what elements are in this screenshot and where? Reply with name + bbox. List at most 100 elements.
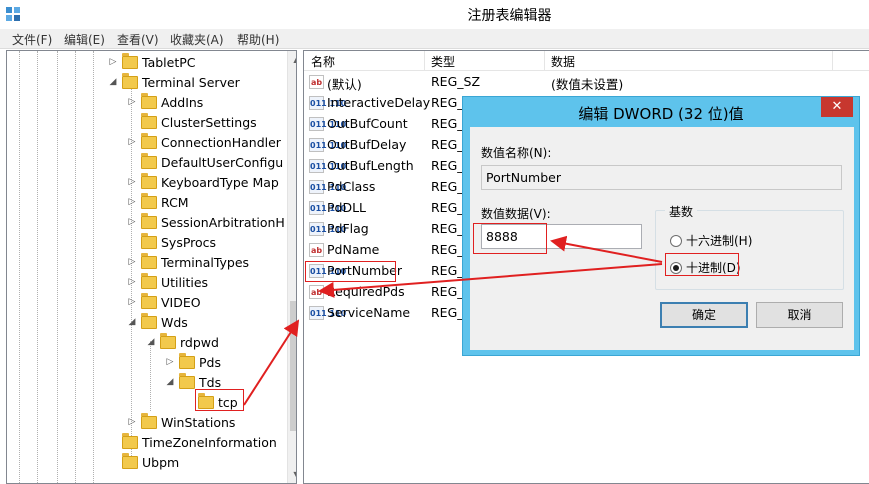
menu-edit[interactable]: 编辑(E)	[64, 31, 105, 48]
tree-item-ubpm[interactable]: Ubpm	[107, 452, 179, 472]
menu-view[interactable]: 查看(V)	[117, 31, 159, 48]
tree-item-utilities[interactable]: ▷ Utilities	[126, 272, 208, 292]
hex-radio[interactable]: 十六进制(H)	[670, 232, 752, 249]
tree-item-timezoneinformation[interactable]: TimeZoneInformation	[107, 432, 277, 452]
value-type: REG_	[431, 221, 464, 236]
tree-item-label: KeyboardType Map	[161, 174, 279, 190]
folder-icon	[141, 412, 157, 429]
tree-item-label: SysProcs	[161, 234, 217, 250]
tree-item-tds[interactable]: ◢ Tds	[164, 372, 221, 392]
list-header: 名称 类型 数据	[304, 51, 869, 71]
folder-icon	[122, 52, 138, 69]
column-header-name[interactable]: 名称	[311, 53, 335, 70]
expand-arrow-icon[interactable]: ▷	[126, 217, 138, 227]
tree-item-label: Wds	[161, 314, 188, 330]
tree-item-terminal-server[interactable]: ◢ Terminal Server	[107, 72, 240, 92]
folder-icon	[179, 352, 195, 369]
binary-value-icon: 011 110	[309, 180, 346, 194]
collapse-arrow-icon[interactable]: ◢	[145, 337, 157, 347]
expand-arrow-icon[interactable]: ▷	[126, 97, 138, 107]
collapse-arrow-icon[interactable]: ◢	[107, 77, 119, 87]
tree-item-winstations[interactable]: ▷ WinStations	[126, 412, 235, 432]
expand-arrow-icon[interactable]: ▷	[126, 417, 138, 427]
tree-item-addins[interactable]: ▷ AddIns	[126, 92, 203, 112]
value-type: REG_	[431, 179, 464, 194]
base-label: 基数	[665, 203, 698, 220]
column-header-data[interactable]: 数据	[551, 53, 575, 70]
binary-value-icon: 011 110	[309, 201, 346, 215]
column-divider[interactable]	[832, 51, 833, 71]
binary-value-icon: 011 110	[309, 117, 346, 131]
tree-item-terminaltypes[interactable]: ▷ TerminalTypes	[126, 252, 249, 272]
binary-value-icon: 011 110	[309, 222, 346, 236]
folder-icon	[141, 232, 157, 249]
folder-icon	[141, 112, 157, 129]
tree-item-defaultuserconfig[interactable]: DefaultUserConfigu	[126, 152, 283, 172]
close-icon[interactable]: ✕	[821, 97, 853, 117]
tree-item-wds[interactable]: ◢ Wds	[126, 312, 188, 332]
tree-item-clustersettings[interactable]: ClusterSettings	[126, 112, 257, 132]
tree-item-label: tcp	[218, 394, 238, 410]
value-type: REG_	[431, 284, 464, 299]
value-type: REG_	[431, 137, 464, 152]
value-name: InteractiveDelay	[327, 95, 431, 110]
value-data: (数值未设置)	[551, 77, 624, 92]
binary-value-icon: 011 110	[309, 264, 346, 278]
list-row-default[interactable]: ab (默认) REG_SZ (数值未设置)	[304, 72, 869, 93]
tree-item-keyboardtype-map[interactable]: ▷ KeyboardType Map	[126, 172, 279, 192]
menu-file[interactable]: 文件(F)	[12, 31, 52, 48]
tree-item-video[interactable]: ▷ VIDEO	[126, 292, 201, 312]
tree-item-rdpwd[interactable]: ◢ rdpwd	[145, 332, 219, 352]
value-data-field[interactable]	[481, 224, 642, 249]
expand-arrow-icon[interactable]: ▷	[107, 57, 119, 67]
expand-arrow-icon[interactable]: ▷	[126, 197, 138, 207]
column-divider[interactable]	[544, 51, 545, 71]
binary-value-icon: 011 110	[309, 159, 346, 173]
registry-tree[interactable]: ▷ TabletPC ◢ Terminal Server ▷ AddIns Cl…	[6, 50, 297, 484]
value-name: PortNumber	[327, 263, 402, 278]
expand-arrow-icon[interactable]: ▷	[126, 137, 138, 147]
tree-item-sessionarbitration[interactable]: ▷ SessionArbitrationH	[126, 212, 285, 232]
scroll-down-icon[interactable]: ▼	[288, 466, 296, 483]
value-name-field[interactable]	[481, 165, 842, 190]
expand-arrow-icon[interactable]: ▷	[164, 357, 176, 367]
decimal-radio[interactable]: 十进制(D)	[670, 259, 741, 276]
expand-arrow-icon[interactable]: ▷	[126, 257, 138, 267]
tree-item-label: rdpwd	[180, 334, 219, 350]
column-header-type[interactable]: 类型	[431, 53, 455, 70]
edit-dword-dialog: 编辑 DWORD (32 位)值 ✕ 数值名称(N): 数值数据(V): 基数 …	[462, 96, 860, 356]
radio-checked-icon[interactable]	[670, 261, 682, 274]
value-name-label: 数值名称(N):	[481, 146, 552, 160]
scroll-thumb[interactable]	[290, 301, 296, 431]
tree-item-label: ClusterSettings	[161, 114, 257, 130]
tree-item-tcp[interactable]: tcp	[183, 392, 238, 412]
collapse-arrow-icon[interactable]: ◢	[164, 377, 176, 387]
menu-help[interactable]: 帮助(H)	[237, 31, 279, 48]
radio-unchecked-icon[interactable]	[670, 234, 682, 247]
title-bar: 注册表编辑器	[0, 0, 869, 29]
menu-favorites[interactable]: 收藏夹(A)	[170, 31, 224, 48]
binary-value-icon: 011 110	[309, 96, 346, 110]
value-name: OutBufDelay	[327, 137, 407, 152]
value-name: RequiredPds	[327, 284, 405, 299]
string-value-icon: ab	[309, 285, 324, 299]
tree-scrollbar[interactable]: ▲ ▼	[287, 51, 296, 483]
collapse-arrow-icon[interactable]: ◢	[126, 317, 138, 327]
expand-arrow-icon[interactable]: ▷	[126, 277, 138, 287]
value-name: PdDLL	[327, 200, 367, 215]
tree-item-tabletpc[interactable]: ▷ TabletPC	[107, 52, 196, 72]
tree-item-pds[interactable]: ▷ Pds	[164, 352, 221, 372]
folder-icon	[141, 152, 157, 169]
value-type: REG_SZ	[431, 74, 481, 89]
tree-item-sysprocs[interactable]: SysProcs	[126, 232, 216, 252]
expand-arrow-icon[interactable]: ▷	[126, 297, 138, 307]
folder-icon	[141, 132, 157, 149]
expand-arrow-icon[interactable]: ▷	[126, 177, 138, 187]
tree-item-rcm[interactable]: ▷ RCM	[126, 192, 189, 212]
tree-item-connectionhandler[interactable]: ▷ ConnectionHandler	[126, 132, 281, 152]
column-divider[interactable]	[424, 51, 425, 71]
cancel-button[interactable]: 取消	[756, 302, 843, 328]
dialog-title: 编辑 DWORD (32 位)值	[578, 105, 744, 123]
ok-button[interactable]: 确定	[660, 302, 748, 328]
scroll-up-icon[interactable]: ▲	[288, 51, 296, 68]
